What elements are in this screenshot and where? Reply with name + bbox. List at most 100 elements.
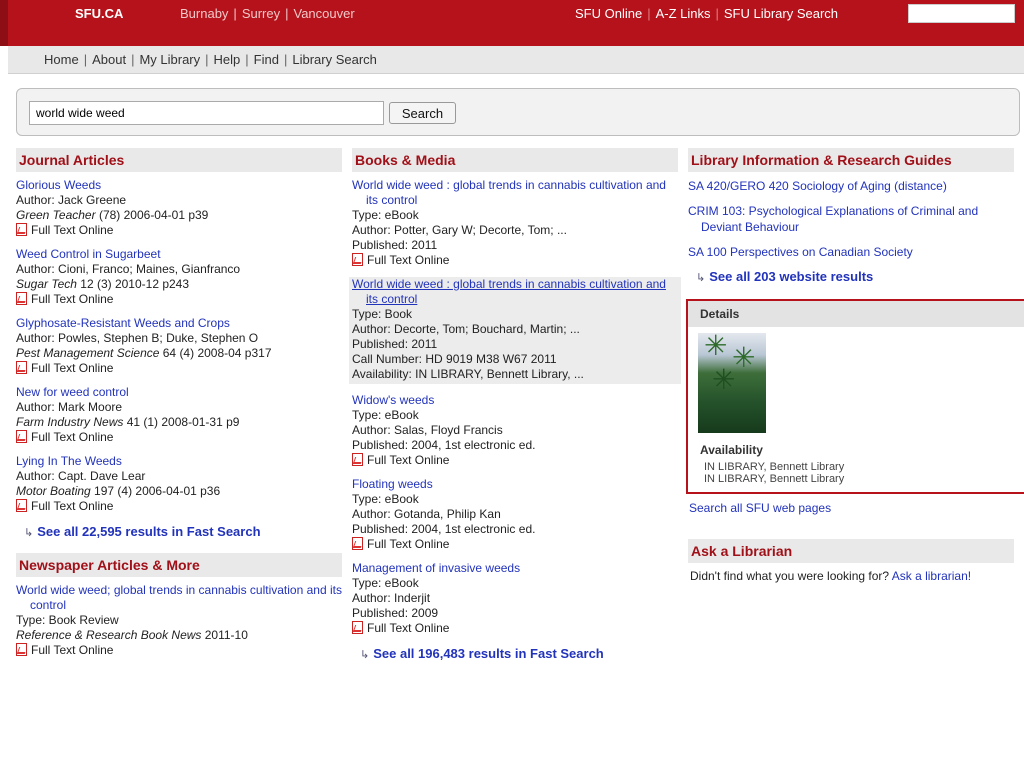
- pdf-icon: [16, 430, 27, 443]
- book-title-link[interactable]: World wide weed : global trends in canna…: [352, 277, 678, 307]
- journal-item: Glorious Weeds Author: Jack Greene Green…: [16, 178, 342, 238]
- guides-column: Library Information & Research Guides SA…: [688, 148, 1024, 298]
- return-arrow-icon: ↳: [24, 527, 34, 539]
- full-text-link[interactable]: Full Text Online: [352, 537, 678, 552]
- newspaper-articles-heading: Newspaper Articles & More: [16, 553, 342, 577]
- full-text-link[interactable]: Full Text Online: [16, 643, 342, 658]
- book-author: Author: Decorte, Tom; Bouchard, Martin; …: [352, 322, 580, 336]
- book-type: Type: Book: [352, 307, 413, 321]
- full-text-link[interactable]: Full Text Online: [16, 361, 342, 376]
- full-text-link[interactable]: Full Text Online: [352, 621, 678, 636]
- nav-about[interactable]: About: [92, 52, 126, 67]
- guide-link-crim103[interactable]: CRIM 103: Psychological Explanations of …: [688, 203, 1008, 235]
- book-title-link[interactable]: Widow's weeds: [352, 393, 678, 408]
- campus-link-vancouver[interactable]: Vancouver: [294, 6, 355, 21]
- book-item: Floating weeds Type: eBook Author: Gotan…: [352, 477, 678, 552]
- sfu-online-link[interactable]: SFU Online: [575, 6, 642, 21]
- pdf-icon: [352, 453, 363, 466]
- nav-find[interactable]: Find: [254, 52, 279, 67]
- nav-home[interactable]: Home: [44, 52, 79, 67]
- ask-librarian-heading: Ask a Librarian: [688, 539, 1014, 563]
- guide-link-sa100[interactable]: SA 100 Perspectives on Canadian Society: [688, 244, 1024, 260]
- nav-help[interactable]: Help: [214, 52, 241, 67]
- full-text-link[interactable]: Full Text Online: [16, 499, 342, 514]
- newspaper-item: World wide weed; global trends in cannab…: [16, 583, 342, 658]
- see-all-books-results-link[interactable]: ↳ See all 196,483 results in Fast Search: [360, 646, 678, 661]
- book-item: Widow's weeds Type: eBook Author: Salas,…: [352, 393, 678, 468]
- pdf-icon: [352, 253, 363, 266]
- search-button[interactable]: Search: [389, 102, 456, 124]
- journal-author: Author: Capt. Dave Lear: [16, 469, 146, 483]
- book-availability: Availability: IN LIBRARY, Bennett Librar…: [352, 367, 584, 381]
- full-text-link[interactable]: Full Text Online: [16, 292, 342, 307]
- campus-link-burnaby[interactable]: Burnaby: [180, 6, 228, 21]
- ask-librarian-link[interactable]: Ask a librarian!: [892, 569, 971, 583]
- newspaper-title-link[interactable]: World wide weed; global trends in cannab…: [16, 583, 342, 613]
- guide-link-sa420[interactable]: SA 420/GERO 420 Sociology of Aging (dist…: [688, 178, 1024, 194]
- journal-item: New for weed control Author: Mark Moore …: [16, 385, 342, 445]
- see-all-journal-results-link[interactable]: ↳ See all 22,595 results in Fast Search: [24, 524, 342, 539]
- research-guides-heading: Library Information & Research Guides: [688, 148, 1014, 172]
- see-all-website-results-link[interactable]: ↳ See all 203 website results: [696, 269, 1024, 284]
- full-text-link[interactable]: Full Text Online: [352, 253, 678, 268]
- journal-source: Farm Industry News 41 (1) 2008-01-31 p9: [16, 415, 240, 429]
- book-author: Author: Gotanda, Philip Kan: [352, 507, 501, 521]
- journal-articles-heading: Journal Articles: [16, 148, 342, 172]
- nav-my-library[interactable]: My Library: [139, 52, 200, 67]
- search-input[interactable]: [29, 101, 384, 125]
- books-column: Books & Media World wide weed : global t…: [349, 148, 681, 675]
- availability-heading: Availability: [700, 443, 763, 457]
- pdf-icon: [16, 499, 27, 512]
- journal-author: Author: Powles, Stephen B; Duke, Stephen…: [16, 331, 259, 345]
- details-heading: Details: [688, 301, 1024, 327]
- journal-title-link[interactable]: Lying In The Weeds: [16, 454, 342, 469]
- book-published: Published: 2011: [352, 238, 438, 252]
- journal-title-link[interactable]: New for weed control: [16, 385, 342, 400]
- search-panel: Search: [16, 88, 1020, 136]
- book-title-link[interactable]: World wide weed : global trends in canna…: [352, 178, 678, 208]
- header-links: SFU Online | A-Z Links | SFU Library Search: [575, 6, 839, 21]
- sfu-home-link[interactable]: SFU.CA: [75, 6, 123, 21]
- full-text-link[interactable]: Full Text Online: [16, 430, 342, 445]
- sfu-library-search-link[interactable]: SFU Library Search: [724, 6, 838, 21]
- pdf-icon: [16, 643, 27, 656]
- full-text-link[interactable]: Full Text Online: [352, 453, 678, 468]
- details-popup: Details ✳ ✳ ✳ Availability IN LIBRARY, B…: [686, 299, 1024, 494]
- a-z-links-link[interactable]: A-Z Links: [656, 6, 711, 21]
- journal-title-link[interactable]: Weed Control in Sugarbeet: [16, 247, 342, 262]
- full-text-link[interactable]: Full Text Online: [16, 223, 342, 238]
- return-arrow-icon: ↳: [360, 649, 370, 661]
- book-cover-image: ✳ ✳ ✳: [698, 330, 766, 433]
- book-author: Author: Salas, Floyd Francis: [352, 423, 503, 437]
- pdf-icon: [352, 537, 363, 550]
- library-search-input[interactable]: [908, 4, 1015, 23]
- journal-title-link[interactable]: Glorious Weeds: [16, 178, 342, 193]
- pdf-icon: [16, 292, 27, 305]
- journal-item: Weed Control in Sugarbeet Author: Cioni,…: [16, 247, 342, 307]
- book-published: Published: 2011: [352, 337, 438, 351]
- nav-library-search[interactable]: Library Search: [292, 52, 377, 67]
- journal-author: Author: Jack Greene: [16, 193, 127, 207]
- books-media-heading: Books & Media: [352, 148, 678, 172]
- main-nav: Home | About | My Library | Help | Find | Library …: [8, 46, 1024, 74]
- campus-link-surrey[interactable]: Surrey: [242, 6, 280, 21]
- book-item: Management of invasive weeds Type: eBook…: [352, 561, 678, 636]
- book-author: Author: Inderjit: [352, 591, 431, 605]
- campus-links: Burnaby | Surrey | Vancouver: [180, 6, 355, 21]
- book-title-link[interactable]: Floating weeds: [352, 477, 678, 492]
- book-type: Type: eBook: [352, 408, 419, 422]
- pdf-icon: [16, 361, 27, 374]
- pdf-icon: [352, 621, 363, 634]
- ask-librarian-section: Ask a Librarian Didn't find what you wer…: [688, 539, 1014, 583]
- ask-librarian-text: Didn't find what you were looking for? A…: [690, 569, 972, 583]
- book-title-link[interactable]: Management of invasive weeds: [352, 561, 678, 576]
- journal-title-link[interactable]: Glyphosate-Resistant Weeds and Crops: [16, 316, 342, 331]
- book-type: Type: eBook: [352, 492, 419, 506]
- journal-author: Author: Mark Moore: [16, 400, 123, 414]
- book-type: Type: eBook: [352, 208, 419, 222]
- journal-item: Lying In The Weeds Author: Capt. Dave Le…: [16, 454, 342, 514]
- book-item-highlighted[interactable]: World wide weed : global trends in canna…: [349, 277, 681, 384]
- journal-author: Author: Cioni, Franco; Maines, Gianfranc…: [16, 262, 241, 276]
- search-all-sfu-link[interactable]: Search all SFU web pages: [689, 500, 831, 516]
- journal-item: Glyphosate-Resistant Weeds and Crops Aut…: [16, 316, 342, 376]
